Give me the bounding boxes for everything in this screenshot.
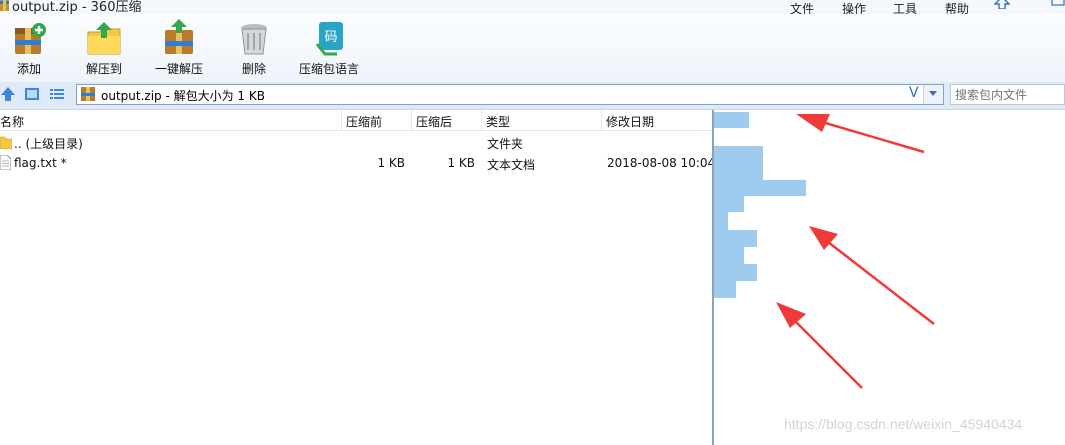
one-click-extract-icon bbox=[165, 19, 193, 54]
size-after: 1 KB bbox=[447, 156, 475, 170]
column-separator[interactable] bbox=[601, 110, 602, 130]
archive-path: output.zip - 解包大小为 1 KB bbox=[101, 89, 265, 103]
folder-icon bbox=[0, 136, 12, 149]
column-separator[interactable] bbox=[341, 110, 342, 130]
one-click-extract-button[interactable]: 一键解压 bbox=[148, 14, 210, 82]
up-arrow-icon[interactable] bbox=[0, 86, 16, 102]
delete-label: 删除 bbox=[241, 62, 266, 76]
file-name: flag.txt * bbox=[14, 156, 67, 170]
minimize-icon[interactable] bbox=[1050, 0, 1065, 9]
path-field[interactable]: output.zip - 解包大小为 1 KB V bbox=[76, 84, 944, 105]
verify-icon[interactable]: V bbox=[909, 85, 919, 101]
column-type[interactable]: 类型 bbox=[486, 113, 510, 130]
file-list: 名称 压缩前 压缩后 类型 修改日期 .. (上级目录) 文件夹 flag.tx… bbox=[0, 110, 716, 445]
add-label: 添加 bbox=[16, 62, 41, 76]
text-file-icon bbox=[0, 155, 11, 170]
arrow-2 bbox=[809, 226, 935, 325]
archive-app-icon bbox=[0, 0, 9, 11]
add-button[interactable]: 添加 bbox=[0, 14, 58, 82]
size-before: 1 KB bbox=[377, 156, 405, 170]
column-separator[interactable] bbox=[411, 110, 412, 130]
modified-date: 2018-08-08 10:04 bbox=[607, 156, 716, 170]
view-list-icon[interactable] bbox=[49, 86, 65, 102]
column-name[interactable]: 名称 bbox=[0, 113, 24, 130]
list-item[interactable]: .. (上级目录) 文件夹 bbox=[0, 132, 712, 153]
preview-canvas bbox=[714, 112, 935, 389]
svg-text:码: 码 bbox=[324, 30, 337, 45]
column-header: 名称 压缩前 压缩后 类型 修改日期 bbox=[0, 110, 712, 131]
column-modified[interactable]: 修改日期 bbox=[606, 113, 654, 130]
file-type: 文件夹 bbox=[487, 137, 524, 151]
zip-icon bbox=[81, 87, 95, 101]
column-size-after[interactable]: 压缩后 bbox=[416, 113, 452, 130]
extract-to-icon bbox=[87, 22, 121, 55]
window-title: output.zip - 360压缩 bbox=[12, 0, 142, 15]
title-bar: output.zip - 360压缩 文件 操作 工具 帮助 bbox=[0, 0, 1065, 16]
watermark: https://blog.csdn.net/weixin_45940434 bbox=[784, 416, 1023, 432]
chevron-down-icon[interactable] bbox=[923, 85, 943, 104]
file-name: .. (上级目录) bbox=[14, 137, 83, 151]
delete-button[interactable]: 删除 bbox=[228, 14, 280, 82]
delete-icon bbox=[241, 24, 267, 55]
archive-language-label: 压缩包语言 bbox=[298, 62, 359, 76]
preview-step-shape bbox=[714, 112, 806, 298]
preview-pane bbox=[714, 110, 1065, 445]
add-icon bbox=[15, 23, 46, 54]
archive-language-button[interactable]: 码 压缩包语言 bbox=[298, 14, 360, 82]
extract-to-label: 解压到 bbox=[85, 62, 122, 76]
arrow-1 bbox=[796, 114, 925, 154]
menu-lines-icon[interactable] bbox=[1024, 0, 1040, 9]
address-bar: output.zip - 解包大小为 1 KB V bbox=[0, 82, 1065, 110]
column-separator[interactable] bbox=[481, 110, 482, 130]
column-size-before[interactable]: 压缩前 bbox=[346, 113, 382, 130]
upload-icon[interactable] bbox=[994, 0, 1010, 9]
extract-to-button[interactable]: 解压到 bbox=[75, 14, 133, 82]
toolbar: 添加 解压到 一键解压 删除 码 压缩包语言 bbox=[0, 14, 1065, 82]
one-click-extract-label: 一键解压 bbox=[154, 62, 203, 76]
arrow-3 bbox=[776, 302, 863, 389]
archive-language-icon: 码 bbox=[315, 22, 343, 56]
view-large-icon[interactable] bbox=[24, 86, 40, 102]
list-item[interactable]: flag.txt * 1 KB 1 KB 文本文档 2018-08-08 10:… bbox=[0, 153, 716, 174]
file-type: 文本文档 bbox=[487, 158, 536, 172]
search-input[interactable] bbox=[950, 84, 1065, 105]
